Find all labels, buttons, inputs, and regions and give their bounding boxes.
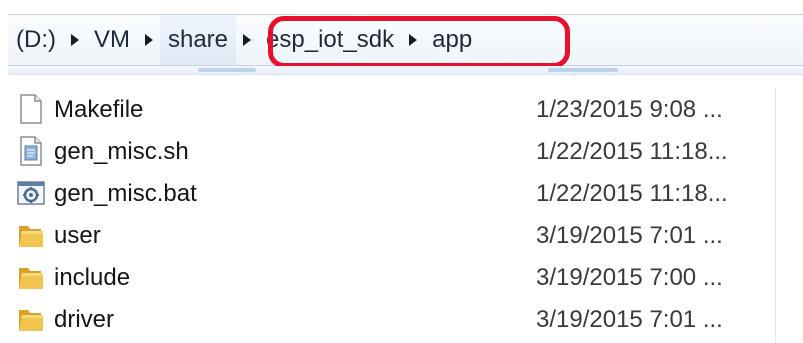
file-date: 1/22/2015 11:18... — [536, 138, 728, 165]
folder-row-include[interactable]: include 3/19/2015 7:00 ... — [8, 256, 803, 298]
file-row-makefile[interactable]: Makefile 1/23/2015 9:08 ... — [8, 88, 803, 130]
folder-row-driver[interactable]: driver 3/19/2015 7:01 ... — [8, 298, 803, 340]
file-row-gen-misc-sh[interactable]: gen_misc.sh 1/22/2015 11:18... — [8, 130, 803, 172]
toolbar-strip — [8, 66, 803, 75]
breadcrumb-vm-label: VM — [93, 26, 130, 53]
folder-icon — [16, 262, 46, 292]
folder-name: driver — [54, 306, 115, 333]
folder-icon — [16, 220, 46, 250]
breadcrumb-arrow-icon[interactable] — [402, 15, 424, 65]
breadcrumb-arrow-icon[interactable] — [236, 15, 258, 65]
file-date: 1/22/2015 11:18... — [536, 180, 728, 207]
file-name: gen_misc.bat — [54, 180, 197, 207]
file-row-gen-misc-bat[interactable]: gen_misc.bat 1/22/2015 11:18... — [8, 172, 803, 214]
breadcrumb-esp-iot-sdk[interactable]: esp_iot_sdk — [258, 15, 402, 65]
folder-name: user — [54, 222, 101, 249]
file-name: gen_misc.sh — [54, 138, 189, 165]
folder-name: include — [54, 264, 131, 291]
breadcrumb-share[interactable]: share — [159, 15, 237, 65]
file-name: Makefile — [54, 96, 144, 123]
breadcrumb-drive-label: (D:) — [16, 26, 56, 53]
breadcrumb-esp-iot-sdk-label: esp_iot_sdk — [266, 26, 395, 53]
breadcrumb-app-label: app — [432, 26, 473, 53]
breadcrumb-drive[interactable]: (D:) — [8, 15, 64, 65]
file-date: 3/19/2015 7:00 ... — [536, 264, 723, 291]
blank-file-icon — [16, 94, 46, 124]
explorer-window: (D:) VM share esp_iot_sdk app Makefile 1… — [0, 0, 803, 343]
folder-icon — [16, 304, 46, 334]
column-divider[interactable] — [775, 88, 776, 343]
folder-row-user[interactable]: user 3/19/2015 7:01 ... — [8, 214, 803, 256]
address-bar[interactable]: (D:) VM share esp_iot_sdk app — [8, 14, 803, 66]
file-date: 1/23/2015 9:08 ... — [536, 96, 723, 123]
breadcrumb-vm[interactable]: VM — [86, 15, 138, 65]
breadcrumb-app[interactable]: app — [424, 15, 480, 65]
breadcrumb-share-label: share — [167, 26, 229, 53]
script-file-icon — [16, 136, 46, 166]
batch-file-icon — [16, 178, 46, 208]
toolbar-mark — [198, 68, 256, 72]
file-date: 3/19/2015 7:01 ... — [536, 306, 723, 333]
toolbar-mark — [548, 68, 618, 72]
breadcrumb-arrow-icon[interactable] — [64, 15, 86, 65]
file-list: Makefile 1/23/2015 9:08 ... gen_misc.sh … — [8, 88, 803, 340]
breadcrumb-arrow-icon[interactable] — [138, 15, 160, 65]
file-date: 3/19/2015 7:01 ... — [536, 222, 723, 249]
